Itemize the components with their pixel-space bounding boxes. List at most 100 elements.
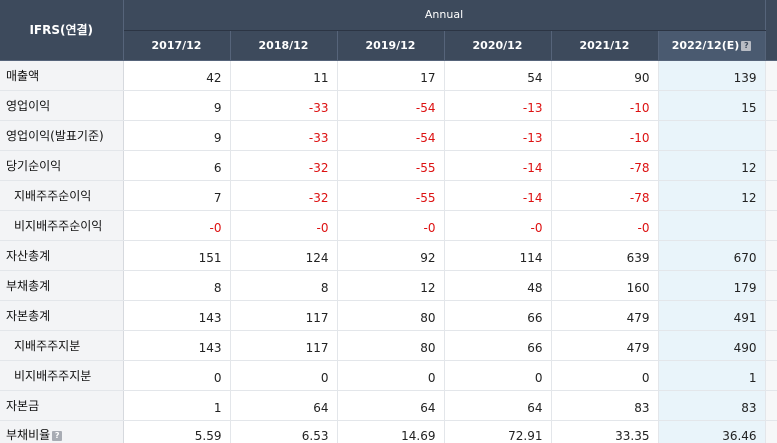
row-label: 당기순이익 [0,150,124,181]
value-cell: 90 [551,60,659,91]
row-label: 지배주주순이익 [0,180,124,211]
value-cell: 0 [123,360,231,391]
value-cell: -0 [337,210,445,241]
header-edge [765,0,777,61]
value-cell: 179 [658,270,766,301]
value-cell: 0 [337,360,445,391]
help-icon[interactable]: ? [52,431,63,441]
value-cell: 479 [551,300,659,331]
value-cell: -78 [551,180,659,211]
value-cell: 491 [658,300,766,331]
row-edge [765,90,777,121]
table-row: 자산총계 151 124 92 114 639 670 [0,240,777,271]
table-row: 자본금 1 64 64 64 83 83 [0,390,777,421]
value-cell: 117 [230,300,338,331]
row-edge [765,120,777,151]
row-label-text: 매출액 [6,68,40,83]
value-cell: 8 [230,270,338,301]
value-cell: 151 [123,240,231,271]
value-cell: -0 [551,210,659,241]
value-cell: -32 [230,150,338,181]
table-row: 당기순이익 6 -32 -55 -14 -78 12 [0,150,777,181]
row-edge [765,60,777,91]
value-cell: 64 [230,390,338,421]
value-cell: -14 [444,180,552,211]
row-edge [765,210,777,241]
value-cell: 92 [337,240,445,271]
table-row: 영업이익 9 -33 -54 -13 -10 15 [0,90,777,121]
row-label: 부채총계 [0,270,124,301]
value-cell: 54 [444,60,552,91]
row-edge [765,180,777,211]
value-cell: 66 [444,330,552,361]
value-cell: 64 [444,390,552,421]
value-cell: 6 [123,150,231,181]
help-icon[interactable]: ? [741,40,752,51]
year-header-estimate: 2022/12(E)? [658,30,766,61]
table-row: 자본총계 143 117 80 66 479 491 [0,300,777,331]
value-cell: -54 [337,120,445,151]
row-label: 영업이익 [0,90,124,121]
table-row: 지배주주순이익 7 -32 -55 -14 -78 12 [0,180,777,211]
value-cell: -55 [337,180,445,211]
row-edge [765,330,777,361]
value-cell: 17 [337,60,445,91]
row-label-text: 자본총계 [6,308,51,323]
value-cell: -32 [230,180,338,211]
row-label: 영업이익(발표기준) [0,120,124,151]
row-label-text: 지배주주순이익 [14,188,92,203]
row-edge [765,240,777,271]
row-edge [765,360,777,391]
value-cell: 6.53 [230,420,338,443]
value-cell: 80 [337,300,445,331]
value-cell: 83 [551,390,659,421]
value-cell: 5.59 [123,420,231,443]
value-cell: -13 [444,120,552,151]
year-header: 2020/12 [444,30,552,61]
value-cell: 80 [337,330,445,361]
value-cell: 143 [123,330,231,361]
row-label: 자본총계 [0,300,124,331]
value-cell: 0 [230,360,338,391]
value-cell: -0 [444,210,552,241]
value-cell: -0 [123,210,231,241]
row-label: 비지배주주순이익 [0,210,124,241]
table-body: 매출액 42 11 17 54 90 139 영업이익 9 -33 -54 -13 -10 15 영업이익(… [0,60,777,443]
value-cell: 670 [658,240,766,271]
table-row: 지배주주지분 143 117 80 66 479 490 [0,330,777,361]
value-cell: 124 [230,240,338,271]
value-cell: -78 [551,150,659,181]
row-edge [765,150,777,181]
value-cell: 639 [551,240,659,271]
table-row: 매출액 42 11 17 54 90 139 [0,60,777,91]
table-row: 부채총계 8 8 12 48 160 179 [0,270,777,301]
value-cell: 11 [230,60,338,91]
table-title: IFRS(연결) [0,0,124,61]
table-row: 비지배주주지분 0 0 0 0 0 1 [0,360,777,391]
year-header: 2018/12 [230,30,338,61]
row-edge [765,390,777,421]
value-cell: 1 [658,360,766,391]
value-cell: 33.35 [551,420,659,443]
row-edge [765,300,777,331]
value-cell: 8 [123,270,231,301]
row-label: 매출액 [0,60,124,91]
row-label: 부채비율? [0,420,124,443]
row-label: 자본금 [0,390,124,421]
value-cell: 14.69 [337,420,445,443]
value-cell: -14 [444,150,552,181]
row-label: 자산총계 [0,240,124,271]
row-edge [765,420,777,443]
value-cell: 117 [230,330,338,361]
value-cell: 479 [551,330,659,361]
value-cell: 139 [658,60,766,91]
value-cell: -10 [551,90,659,121]
table-row: 영업이익(발표기준) 9 -33 -54 -13 -10 [0,120,777,151]
value-cell: 64 [337,390,445,421]
value-cell: 160 [551,270,659,301]
table-row: 비지배주주순이익 -0 -0 -0 -0 -0 [0,210,777,241]
value-cell: 9 [123,120,231,151]
value-cell: -33 [230,120,338,151]
year-header: 2019/12 [337,30,445,61]
value-cell: 36.46 [658,420,766,443]
